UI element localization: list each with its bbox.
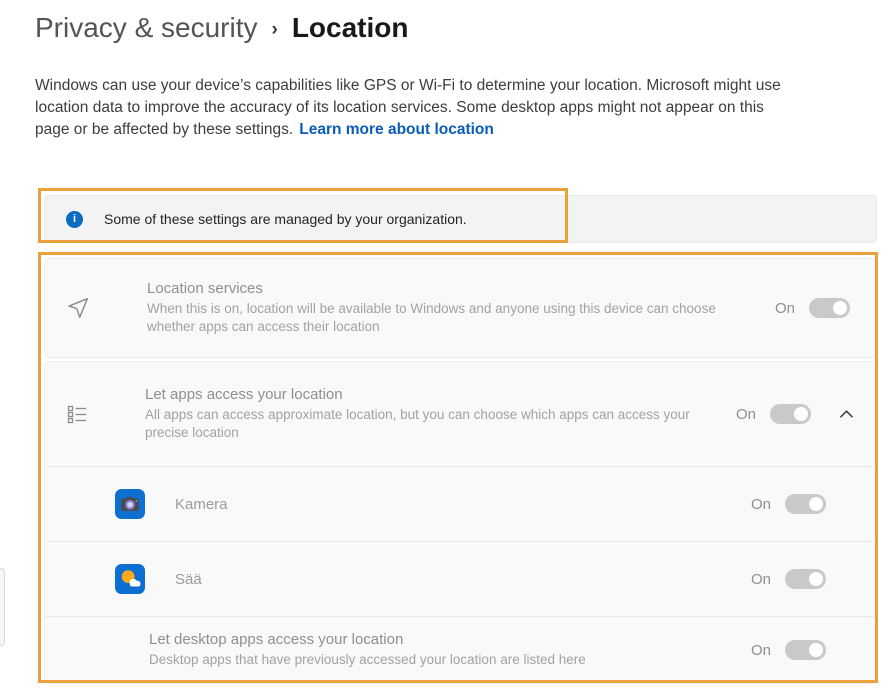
kamera-toggle[interactable] bbox=[785, 494, 826, 514]
toggle-knob bbox=[809, 572, 823, 586]
location-arrow-icon bbox=[65, 295, 91, 321]
description-line: Windows can use your device’s capabiliti… bbox=[35, 75, 877, 97]
toggle-state-label: On bbox=[736, 406, 756, 423]
location-services-row[interactable]: Location services When this is on, locat… bbox=[45, 259, 876, 357]
toggle-state-label: On bbox=[775, 300, 795, 317]
toggle-state-label: On bbox=[751, 642, 771, 659]
app-location-settings-card: Let apps access your location All apps c… bbox=[44, 361, 877, 684]
page-description: Windows can use your device’s capabiliti… bbox=[35, 75, 877, 141]
location-services-toggle[interactable] bbox=[809, 298, 850, 318]
toggle-knob bbox=[809, 497, 823, 511]
breadcrumb-chevron-icon: › bbox=[272, 15, 278, 41]
app-name: Kamera bbox=[175, 496, 228, 513]
collapse-button[interactable] bbox=[835, 405, 858, 423]
app-row-kamera[interactable]: Kamera On bbox=[45, 467, 876, 541]
setting-description: Desktop apps that have previously access… bbox=[149, 651, 586, 669]
window-edge bbox=[0, 568, 5, 646]
toggle-knob bbox=[809, 643, 823, 657]
setting-title: Location services bbox=[147, 280, 732, 297]
app-name: Sää bbox=[175, 571, 202, 588]
description-line: location data to improve the accuracy of… bbox=[35, 97, 877, 119]
desktop-apps-toggle[interactable] bbox=[785, 640, 826, 660]
desktop-apps-row[interactable]: Let desktop apps access your location De… bbox=[45, 617, 876, 683]
managed-settings-banner: i Some of these settings are managed by … bbox=[44, 195, 877, 243]
weather-app-icon bbox=[115, 564, 145, 594]
let-apps-access-toggle[interactable] bbox=[770, 404, 811, 424]
camera-app-icon bbox=[115, 489, 145, 519]
setting-description: All apps can access approximate location… bbox=[145, 406, 710, 442]
toggle-state-label: On bbox=[751, 496, 771, 513]
saa-toggle[interactable] bbox=[785, 569, 826, 589]
toggle-knob bbox=[833, 301, 847, 315]
app-row-saa[interactable]: Sää On bbox=[45, 542, 876, 616]
setting-description: When this is on, location will be availa… bbox=[147, 300, 732, 336]
location-services-card[interactable]: Location services When this is on, locat… bbox=[44, 258, 877, 358]
learn-more-link[interactable]: Learn more about location bbox=[299, 121, 494, 138]
setting-title: Let desktop apps access your location bbox=[149, 631, 586, 648]
setting-title: Let apps access your location bbox=[145, 386, 710, 403]
toggle-knob bbox=[794, 407, 808, 421]
managed-settings-message: Some of these settings are managed by yo… bbox=[104, 211, 467, 227]
apps-list-icon bbox=[65, 402, 89, 426]
info-icon: i bbox=[66, 211, 83, 228]
toggle-state-label: On bbox=[751, 571, 771, 588]
breadcrumb: Privacy & security › Location bbox=[35, 12, 409, 44]
page-title: Location bbox=[292, 12, 409, 44]
description-line: page or be affected by these settings. bbox=[35, 121, 293, 138]
breadcrumb-privacy-security[interactable]: Privacy & security bbox=[35, 12, 258, 44]
let-apps-access-row[interactable]: Let apps access your location All apps c… bbox=[45, 362, 876, 466]
chevron-up-icon bbox=[839, 409, 854, 419]
